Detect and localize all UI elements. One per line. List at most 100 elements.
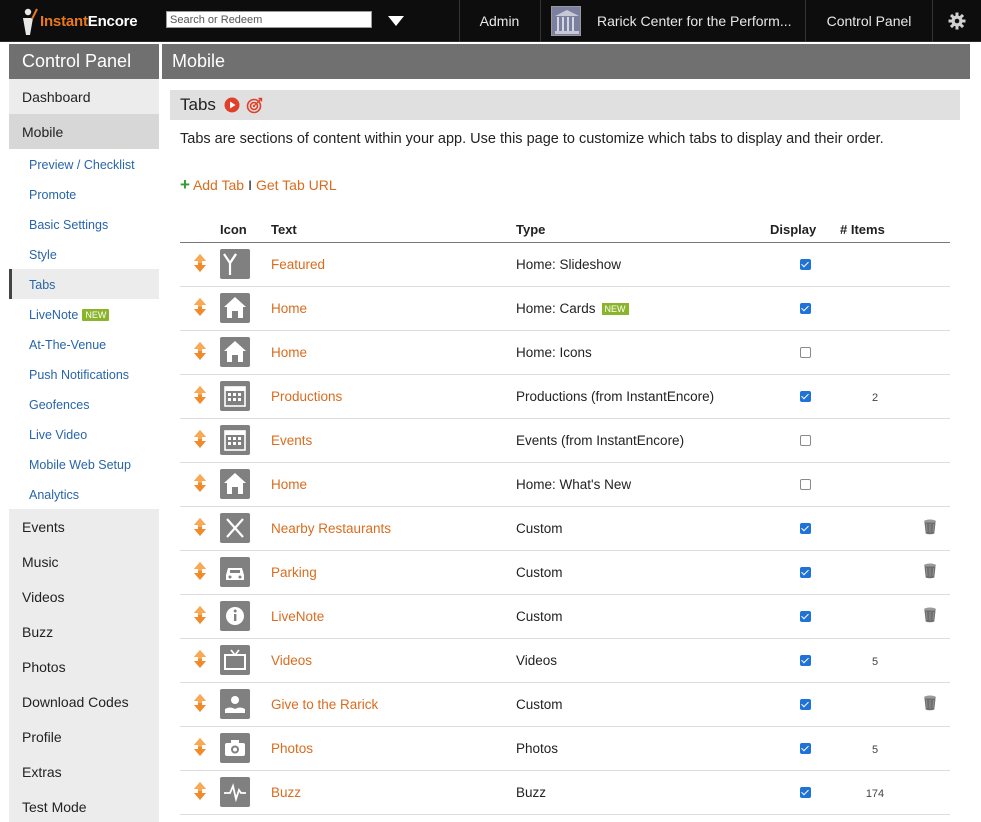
- sidebar-subitem-push-notifications[interactable]: Push Notifications: [9, 359, 159, 389]
- reorder-arrows-icon[interactable]: [193, 385, 207, 407]
- display-cell: [770, 374, 840, 419]
- reorder-arrows-icon[interactable]: [193, 781, 207, 803]
- pulse-icon[interactable]: [220, 777, 250, 807]
- items-count: 5: [871, 743, 879, 756]
- display-checkbox[interactable]: [799, 743, 811, 755]
- gear-icon[interactable]: [932, 0, 981, 42]
- sidebar-subitem-geofences[interactable]: Geofences: [9, 389, 159, 419]
- tab-name-link[interactable]: Home: [271, 301, 307, 316]
- display-checkbox[interactable]: [799, 699, 811, 711]
- display-checkbox[interactable]: [799, 787, 811, 799]
- admin-menu[interactable]: Admin: [459, 0, 539, 42]
- reorder-arrows-icon[interactable]: [193, 693, 207, 715]
- items-count: 174: [865, 787, 885, 800]
- tab-name-link[interactable]: Photos: [271, 741, 313, 756]
- sidebar-subitem-live-video[interactable]: Live Video: [9, 419, 159, 449]
- home-icon[interactable]: [220, 293, 250, 323]
- reorder-arrows-icon[interactable]: [193, 297, 207, 319]
- sidebar-item-test-mode[interactable]: Test Mode: [9, 789, 159, 822]
- sidebar-item-profile[interactable]: Profile: [9, 719, 159, 754]
- target-icon[interactable]: [246, 97, 263, 119]
- sidebar-item-extras[interactable]: Extras: [9, 754, 159, 789]
- home-icon[interactable]: [220, 469, 250, 499]
- sidebar-item-download-codes[interactable]: Download Codes: [9, 684, 159, 719]
- trash-icon[interactable]: [922, 694, 938, 714]
- reorder-arrows-icon[interactable]: [193, 517, 207, 539]
- sidebar-subitem-tabs[interactable]: Tabs: [9, 269, 159, 299]
- car-icon[interactable]: [220, 557, 250, 587]
- sidebar-item-mobile[interactable]: Mobile: [9, 114, 159, 149]
- search-input[interactable]: [166, 11, 372, 28]
- chevron-down-icon[interactable]: [387, 14, 405, 28]
- display-checkbox[interactable]: [799, 435, 811, 447]
- reorder-arrows-icon[interactable]: [193, 341, 207, 363]
- display-checkbox[interactable]: [799, 259, 811, 271]
- text-cell: LiveNote: [271, 594, 516, 639]
- calendar-icon[interactable]: [220, 381, 250, 411]
- sidebar-subitem-mobile-web-setup[interactable]: Mobile Web Setup: [9, 449, 159, 479]
- panel-title: Tabs: [180, 95, 216, 114]
- plus-icon[interactable]: +: [180, 176, 190, 193]
- sidebar-item-buzz[interactable]: Buzz: [9, 614, 159, 649]
- trash-icon[interactable]: [922, 606, 938, 626]
- hand-heart-icon[interactable]: [220, 689, 250, 719]
- display-checkbox[interactable]: [799, 303, 811, 315]
- sidebar-item-events[interactable]: Events: [9, 509, 159, 544]
- sidebar-subitem-style[interactable]: Style: [9, 239, 159, 269]
- sidebar-subitem-preview-checklist[interactable]: Preview / Checklist: [9, 149, 159, 179]
- tab-name-link[interactable]: Nearby Restaurants: [271, 521, 391, 536]
- calendar-icon[interactable]: [220, 425, 250, 455]
- sidebar-subitem-basic-settings[interactable]: Basic Settings: [9, 209, 159, 239]
- sidebar-item-dashboard[interactable]: Dashboard: [9, 79, 159, 114]
- display-checkbox[interactable]: [799, 391, 811, 403]
- sidebar-subitem-at-the-venue[interactable]: At-The-Venue: [9, 329, 159, 359]
- reorder-arrows-icon[interactable]: [193, 473, 207, 495]
- display-checkbox[interactable]: [799, 479, 811, 491]
- sidebar-item-music[interactable]: Music: [9, 544, 159, 579]
- tab-name-link[interactable]: Featured: [271, 257, 325, 272]
- control-panel-link[interactable]: Control Panel: [805, 0, 932, 42]
- slideshow-icon[interactable]: [220, 249, 250, 279]
- reorder-arrows-icon[interactable]: [193, 561, 207, 583]
- reorder-arrows-icon[interactable]: [193, 429, 207, 451]
- home-icon[interactable]: [220, 337, 250, 367]
- camera-icon[interactable]: [220, 733, 250, 763]
- sidebar-item-videos[interactable]: Videos: [9, 579, 159, 614]
- sidebar-subitem-promote[interactable]: Promote: [9, 179, 159, 209]
- display-checkbox[interactable]: [799, 347, 811, 359]
- sidebar-item-photos[interactable]: Photos: [9, 649, 159, 684]
- reorder-arrows-icon[interactable]: [193, 605, 207, 627]
- tab-name-link[interactable]: LiveNote: [271, 609, 324, 624]
- trash-icon[interactable]: [922, 562, 938, 582]
- add-tab-link[interactable]: Add Tab: [193, 177, 244, 193]
- tab-name-link[interactable]: Buzz: [271, 785, 301, 800]
- fork-knife-icon[interactable]: [220, 513, 250, 543]
- get-tab-url-link[interactable]: Get Tab URL: [256, 177, 337, 193]
- tab-name-link[interactable]: Parking: [271, 565, 317, 580]
- tab-name-link[interactable]: Videos: [271, 653, 312, 668]
- reorder-arrows-icon[interactable]: [193, 253, 207, 275]
- delete-cell: [910, 594, 950, 639]
- display-checkbox[interactable]: [799, 655, 811, 667]
- tab-name-link[interactable]: Give to the Rarick: [271, 697, 378, 712]
- tab-name-link[interactable]: Home: [271, 345, 307, 360]
- sidebar-subitem-livenote[interactable]: LiveNote NEW: [9, 299, 159, 329]
- info-icon[interactable]: [220, 601, 250, 631]
- display-checkbox[interactable]: [799, 611, 811, 623]
- tv-icon[interactable]: [220, 645, 250, 675]
- instantencore-logo[interactable]: InstantEncore: [18, 5, 138, 37]
- venue-menu[interactable]: Rarick Center for the Perform...: [540, 0, 805, 42]
- sidebar-subitem-analytics[interactable]: Analytics: [9, 479, 159, 509]
- items-count: 5: [871, 655, 879, 668]
- tab-name-link[interactable]: Productions: [271, 389, 342, 404]
- reorder-arrows-icon[interactable]: [193, 737, 207, 759]
- text-cell: Home: [271, 462, 516, 507]
- reorder-arrows-icon[interactable]: [193, 649, 207, 671]
- display-checkbox[interactable]: [799, 523, 811, 535]
- tab-name-link[interactable]: Home: [271, 477, 307, 492]
- trash-icon[interactable]: [922, 518, 938, 538]
- tab-name-link[interactable]: Events: [271, 433, 312, 448]
- table-row: LiveNote Custom: [180, 594, 950, 639]
- display-checkbox[interactable]: [799, 567, 811, 579]
- play-video-icon[interactable]: [224, 97, 240, 118]
